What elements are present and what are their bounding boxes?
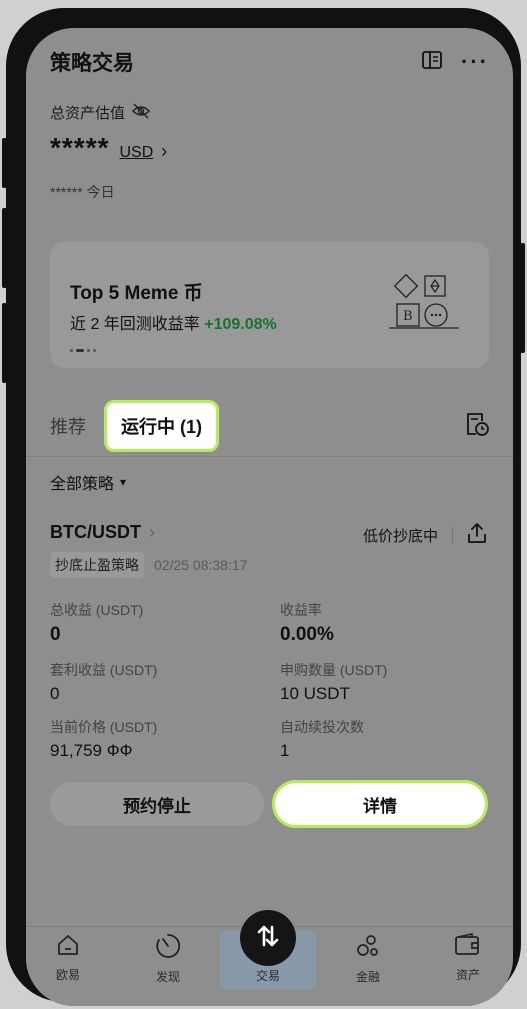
total-assets-text: 总资产估值 [50,105,126,122]
header-actions: ··· [421,49,489,76]
metric-auto-reinvest-count: 自动续投次数 1 [280,717,364,761]
phone-volume-down [2,303,7,383]
phone-power-button [520,243,525,353]
today-pnl: ****** 今日 [50,182,115,202]
metric-value: 0 [50,624,61,645]
pagination-dot[interactable] [87,349,90,352]
metric-current-price: 当前价格 (USDT) 91,759 ФФ [50,717,157,761]
chevron-right-icon: › [161,141,168,161]
finance-icon [355,933,381,964]
phone-volume-up [2,208,7,288]
today-label: 今日 [86,184,115,200]
tab-finance-label: 金融 [355,970,380,984]
guide-book-icon[interactable] [421,49,443,76]
metric-label: 总收益 (USDT) [50,602,144,618]
metric-label: 自动续投次数 [280,719,364,735]
metric-yield: 收益率 0.00% [280,600,334,646]
tab-recommended[interactable]: 推荐 [50,413,86,439]
strategy-tabs: 推荐 运行中 (1) [50,400,489,452]
tab-discover[interactable]: 发现 [138,933,198,985]
banner-return-pct: +109.08% [204,316,277,333]
promo-banner[interactable]: Top 5 Meme 币 近 2 年回测收益率 +109.08% B [50,242,489,368]
metric-value: 91,759 ФФ [50,741,133,760]
currency-label: USD [119,144,154,161]
hide-balance-eye-icon[interactable] [131,102,151,123]
metric-value: 0 [50,684,60,703]
tab-assets[interactable]: 资产 [438,933,498,983]
details-button[interactable]: 详情 [272,780,488,828]
pagination-dot[interactable] [76,349,84,352]
strategy-meta: 抄底止盈策略 02/25 08:38:17 [50,552,247,578]
tab-discover-label: 发现 [155,970,180,984]
strategy-type-badge: 抄底止盈策略 [50,552,144,578]
banner-subtitle-text: 近 2 年回测收益率 [70,316,200,333]
trade-fab-button[interactable] [240,910,296,966]
metric-total-profit: 总收益 (USDT) 0 [50,600,143,646]
filter-label: 全部策略 [50,476,115,493]
more-options-icon[interactable]: ··· [461,51,489,73]
top-bar: 策略交易 ··· [50,44,489,80]
strategy-filter-dropdown[interactable]: 全部策略 ▾ [50,470,126,494]
banner-title: Top 5 Meme 币 [70,283,203,304]
metric-arbitrage-profit: 套利收益 (USDT) 0 [50,660,157,704]
metric-label: 当前价格 (USDT) [50,719,158,735]
metric-label: 收益率 [280,602,322,618]
wallet-icon [454,933,482,962]
swap-arrows-icon [255,923,281,954]
tab-trade-label: 交易 [255,969,280,983]
strategy-status: 低价抄底中 [362,527,438,545]
today-pnl-masked: ****** [50,184,83,200]
metric-value: 1 [280,741,290,760]
banner-pagination [70,349,96,352]
tab-finance[interactable]: 金融 [338,933,398,985]
currency-selector[interactable]: USD › [119,141,167,162]
home-icon [56,933,80,962]
tab-running[interactable]: 运行中 (1) [104,400,219,452]
pair-label: BTC/USDT [50,522,141,542]
svg-text:B: B [403,309,413,324]
total-assets-value: ***** USD › [50,132,167,164]
page-title: 策略交易 [50,52,134,75]
share-icon[interactable] [467,522,487,548]
phone-frame: 策略交易 ··· 总资产估值 ***** USD › ****** 今日 Top… [2,8,525,1006]
history-clock-icon[interactable] [465,411,489,442]
crypto-blocks-icon: B [389,273,459,335]
pagination-dot[interactable] [93,349,96,352]
phone-side-button [2,138,7,188]
pagination-dot[interactable] [70,349,73,352]
metric-label: 套利收益 (USDT) [50,662,158,678]
metric-value: 10 USDT [280,684,350,703]
strategy-created-time: 02/25 08:38:17 [154,557,248,573]
status-separator [452,527,453,543]
tab-assets-label: 资产 [455,968,480,982]
banner-subtitle: 近 2 年回测收益率 +109.08% [70,310,277,334]
metric-subscribed-amount: 申购数量 (USDT) 10 USDT [280,660,387,704]
strategy-status-area: 低价抄底中 [363,522,487,548]
tab-home[interactable]: 欧易 [38,933,98,983]
discover-icon [155,933,181,964]
masked-balance: ***** [50,132,110,163]
tab-home-label: 欧易 [55,968,80,982]
trading-pair[interactable]: BTC/USDT › [50,522,155,543]
schedule-stop-button[interactable]: 预约停止 [50,782,264,826]
metric-label: 申购数量 (USDT) [280,662,388,678]
total-assets-label: 总资产估值 [50,102,151,123]
metric-value: 0.00% [280,624,334,645]
chevron-right-icon: › [149,522,155,542]
tab-trade[interactable]: 交易 [238,967,298,984]
caret-down-icon: ▾ [120,475,127,489]
tabs-divider [26,456,513,457]
app-screen: 策略交易 ··· 总资产估值 ***** USD › ****** 今日 Top… [26,28,513,1006]
